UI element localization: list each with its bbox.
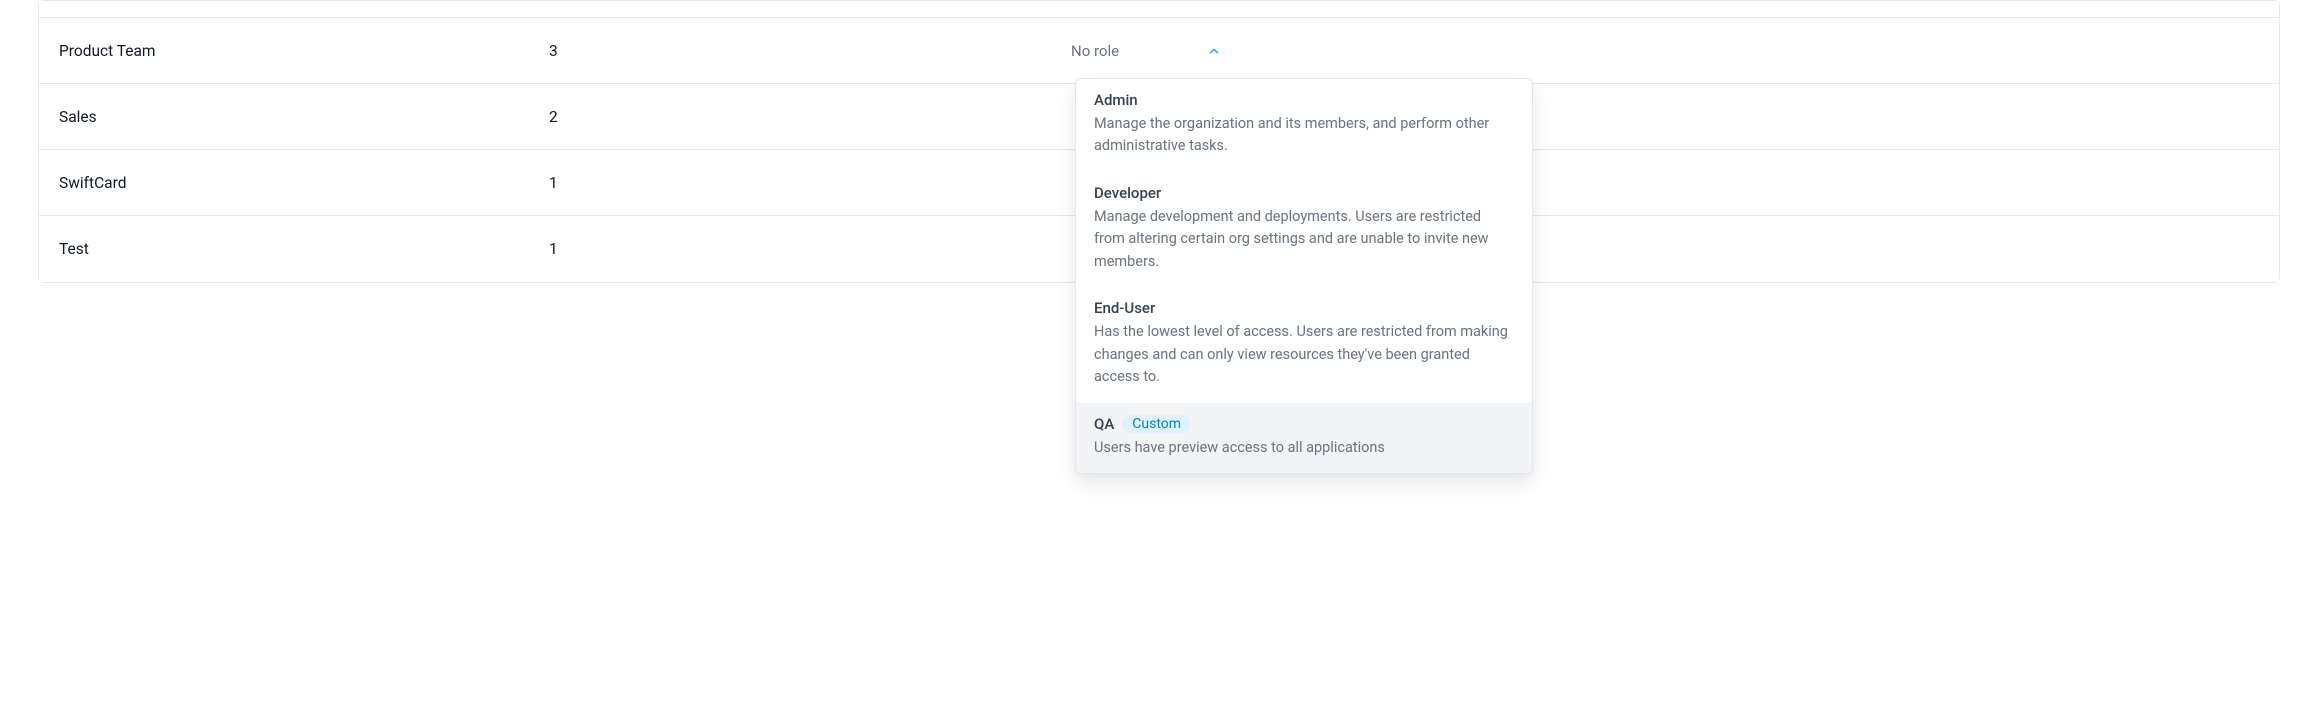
team-name: Sales: [39, 108, 549, 126]
role-option-title: Developer: [1094, 184, 1161, 202]
role-option-title: End-User: [1094, 299, 1155, 317]
role-option-developer[interactable]: Developer Manage development and deploym…: [1076, 172, 1532, 287]
role-cell: No role: [1059, 34, 2279, 68]
team-name: Product Team: [39, 42, 549, 60]
role-option-title: QA: [1094, 415, 1114, 433]
team-count: 1: [549, 174, 1059, 192]
custom-badge: Custom: [1122, 415, 1191, 433]
team-count: 3: [549, 42, 1059, 60]
role-option-desc: Users have preview access to all applica…: [1094, 437, 1514, 459]
table-header-spacer: [39, 1, 2279, 18]
role-option-desc: Has the lowest level of access. Users ar…: [1094, 321, 1514, 388]
role-option-end-user[interactable]: End-User Has the lowest level of access.…: [1076, 287, 1532, 402]
role-selector[interactable]: No role: [1059, 34, 1233, 68]
team-count: 2: [549, 108, 1059, 126]
role-option-qa[interactable]: QA Custom Users have preview access to a…: [1076, 403, 1532, 473]
team-count: 1: [549, 240, 1059, 258]
role-selector-label: No role: [1071, 42, 1119, 60]
role-option-desc: Manage the organization and its members,…: [1094, 113, 1514, 158]
role-option-desc: Manage development and deployments. User…: [1094, 206, 1514, 273]
role-option-title: Admin: [1094, 91, 1138, 109]
role-option-admin[interactable]: Admin Manage the organization and its me…: [1076, 79, 1532, 172]
team-name: Test: [39, 240, 549, 258]
chevron-up-icon: [1207, 44, 1221, 58]
team-name: SwiftCard: [39, 174, 549, 192]
role-dropdown: Admin Manage the organization and its me…: [1075, 78, 1533, 474]
table-row[interactable]: Product Team 3 No role: [39, 18, 2279, 84]
